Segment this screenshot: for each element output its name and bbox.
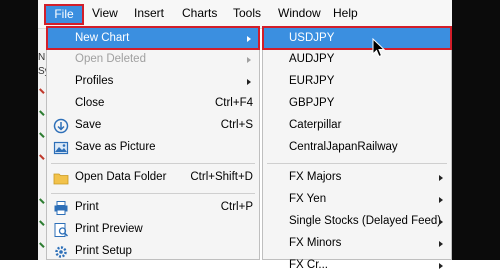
submenu-item-label: FX Yen xyxy=(289,193,327,205)
submenu-item-audjpy[interactable]: AUDJPY xyxy=(263,49,451,71)
screen-edge-left xyxy=(0,0,38,260)
submenu-item-label: USDJPY xyxy=(289,32,335,44)
menu-item-save-as-picture[interactable]: Save as Picture xyxy=(47,137,259,159)
menu-item-label: Open Data Folder xyxy=(75,171,167,183)
submenu-arrow-icon xyxy=(439,175,443,181)
submenu-item-label: FX Cr... xyxy=(289,259,328,271)
submenu-item-label: CentralJapanRailway xyxy=(289,141,398,153)
menu-item-label: Close xyxy=(75,97,105,109)
market-watch-header: N xyxy=(38,52,46,63)
submenu-item-usdjpy[interactable]: USDJPY xyxy=(263,28,451,50)
submenu-arrow-icon xyxy=(247,57,251,63)
submenu-item-label: FX Majors xyxy=(289,171,342,183)
save-icon xyxy=(53,118,69,134)
submenu-item-label: Single Stocks (Delayed Feed) xyxy=(289,215,442,227)
submenu-item-label: EURJPY xyxy=(289,75,335,87)
menu-item-open-data-folder[interactable]: Open Data Folder Ctrl+Shift+D xyxy=(47,167,259,189)
menu-item-label: New Chart xyxy=(75,32,130,44)
menu-item-shortcut: Ctrl+S xyxy=(220,119,253,131)
menu-item-new-chart[interactable]: New Chart xyxy=(47,28,259,50)
menu-item-save[interactable]: Save Ctrl+S xyxy=(47,115,259,137)
menu-item-label: Print Preview xyxy=(75,223,143,235)
menu-charts[interactable]: Charts xyxy=(182,6,217,20)
menu-separator xyxy=(51,163,255,164)
submenu-item-eurjpy[interactable]: EURJPY xyxy=(263,71,451,93)
menu-help[interactable]: Help xyxy=(333,6,358,20)
menu-item-label: Save as Picture xyxy=(75,141,156,153)
submenu-item-fx-yen[interactable]: FX Yen xyxy=(263,189,451,211)
menu-item-profiles[interactable]: Profiles xyxy=(47,71,259,93)
new-chart-submenu: USDJPY AUDJPY EURJPY GBPJPY Caterpillar … xyxy=(262,26,452,271)
menu-item-label: Profiles xyxy=(75,75,114,87)
menu-item-print[interactable]: Print Ctrl+P xyxy=(47,197,259,219)
folder-icon xyxy=(53,173,69,185)
printer-icon xyxy=(54,201,68,215)
submenu-arrow-icon xyxy=(439,197,443,203)
submenu-arrow-icon xyxy=(439,263,443,269)
submenu-item-fx-crosses[interactable]: FX Cr... xyxy=(263,255,451,277)
submenu-arrow-icon xyxy=(247,79,251,85)
picture-icon xyxy=(53,141,69,155)
submenu-item-label: FX Minors xyxy=(289,237,342,249)
submenu-item-label: AUDJPY xyxy=(289,53,335,65)
menu-item-label: Print Setup xyxy=(75,245,132,257)
menu-item-shortcut: Ctrl+Shift+D xyxy=(190,171,253,183)
submenu-item-label: GBPJPY xyxy=(289,97,335,109)
menu-item-close[interactable]: Close Ctrl+F4 xyxy=(47,93,259,115)
submenu-item-fx-minors[interactable]: FX Minors xyxy=(263,233,451,255)
menu-item-label: Open Deleted xyxy=(75,53,146,65)
menu-item-label: Print xyxy=(75,201,99,213)
menu-item-shortcut: Ctrl+P xyxy=(220,201,253,213)
print-preview-icon xyxy=(54,223,69,237)
submenu-arrow-icon xyxy=(439,219,443,225)
menu-tools[interactable]: Tools xyxy=(233,6,261,20)
submenu-item-single-stocks[interactable]: Single Stocks (Delayed Feed) xyxy=(263,211,451,233)
submenu-arrow-icon xyxy=(247,36,251,42)
screen-edge-right xyxy=(452,0,500,260)
menu-view[interactable]: View xyxy=(92,6,118,20)
file-menu: New Chart Open Deleted Profiles Close Ct… xyxy=(46,26,260,260)
menu-window[interactable]: Window xyxy=(278,6,321,20)
submenu-item-fx-majors[interactable]: FX Majors xyxy=(263,167,451,189)
print-setup-icon xyxy=(55,246,67,258)
submenu-arrow-icon xyxy=(439,241,443,247)
menu-item-shortcut: Ctrl+F4 xyxy=(214,97,253,109)
menu-item-print-preview[interactable]: Print Preview xyxy=(47,219,259,241)
submenu-item-caterpillar[interactable]: Caterpillar xyxy=(263,115,451,137)
menu-file[interactable]: File xyxy=(44,4,84,25)
menu-insert[interactable]: Insert xyxy=(134,6,164,20)
submenu-item-centraljapanrailway[interactable]: CentralJapanRailway xyxy=(263,137,451,159)
menu-item-label: Save xyxy=(75,119,102,131)
menu-separator xyxy=(267,163,447,164)
menu-item-open-deleted[interactable]: Open Deleted xyxy=(47,49,259,71)
menu-separator xyxy=(51,193,255,194)
mouse-cursor-icon xyxy=(372,38,386,58)
submenu-item-gbpjpy[interactable]: GBPJPY xyxy=(263,93,451,115)
submenu-item-label: Caterpillar xyxy=(289,119,342,131)
